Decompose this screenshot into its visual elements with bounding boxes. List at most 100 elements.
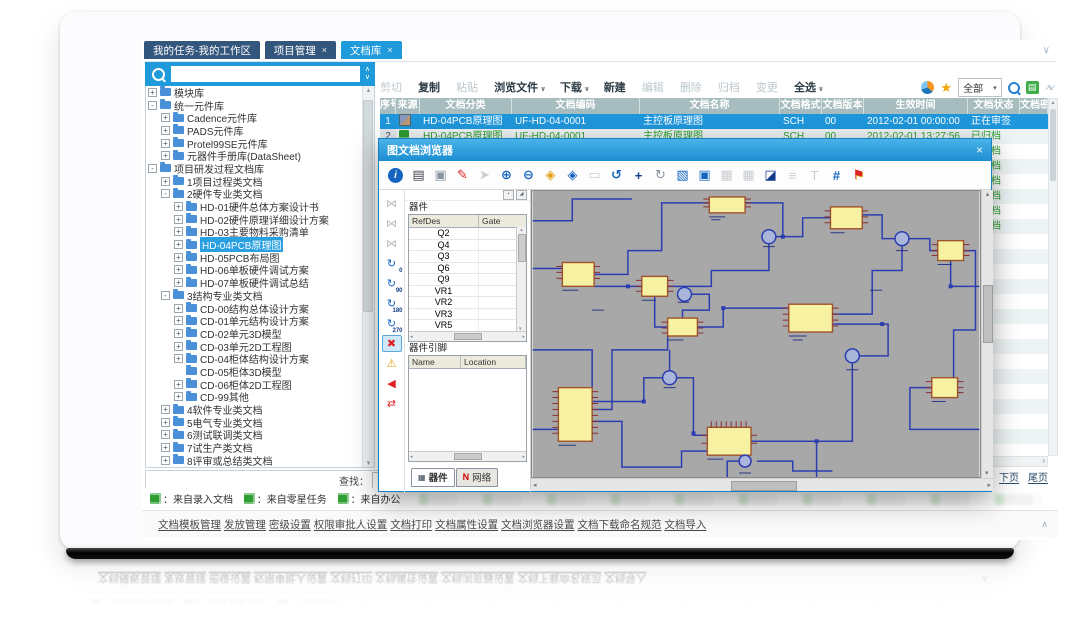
tree-expander[interactable]: + — [161, 126, 170, 135]
scroll-right-arrow[interactable]: › — [1042, 456, 1045, 465]
schematic-canvas[interactable] — [531, 190, 981, 478]
tree-expander[interactable]: + — [174, 304, 183, 313]
tree-expander[interactable]: + — [174, 278, 183, 287]
column-header[interactable]: 文档编码 — [512, 98, 640, 114]
paste-button[interactable]: 粘贴 — [456, 79, 480, 95]
archive-button[interactable]: 归档 — [718, 79, 742, 95]
tree-expander[interactable]: + — [174, 316, 183, 325]
column-header[interactable]: Location — [461, 356, 526, 368]
component-row[interactable]: Q3 — [409, 251, 526, 263]
tree-expander[interactable]: + — [174, 354, 183, 363]
search-icon[interactable] — [1008, 82, 1020, 94]
scrollbar-thumb[interactable] — [1050, 109, 1056, 181]
next-page-link[interactable]: 下页 — [999, 469, 1019, 484]
column-header[interactable]: 文档状态 — [968, 98, 1020, 114]
tree-expander[interactable]: + — [174, 227, 183, 236]
canvas-vertical-scrollbar[interactable]: ▴▾ — [981, 190, 993, 478]
mirror-tool-icon[interactable]: ◪ — [760, 165, 781, 185]
delete-button[interactable]: 删除 — [680, 79, 704, 95]
column-header[interactable]: 文档格式 — [780, 98, 822, 114]
statistics-pie-icon[interactable] — [921, 81, 934, 94]
export-excel-icon[interactable]: ▤ — [1026, 81, 1039, 94]
column-header[interactable]: 序号 — [380, 98, 396, 114]
tab-my-workspace[interactable]: 我的任务-我的工作区 — [144, 41, 260, 59]
scrollbar-thumb[interactable] — [983, 285, 993, 343]
browse-file-button[interactable]: 浏览文件 ∨ — [494, 79, 546, 95]
grid-icon[interactable]: # — [826, 165, 847, 185]
dialog-title-bar[interactable]: 图文档浏览器 × — [379, 139, 991, 161]
component-row[interactable]: Q4 — [409, 240, 526, 252]
search-prev-next[interactable]: ∧ ∨ — [365, 66, 370, 82]
tree-item[interactable]: + Cadence元件库 — [146, 111, 374, 124]
tree-expander[interactable]: - — [161, 291, 170, 300]
viewer-tab[interactable]: N 网络 — [456, 468, 499, 487]
layers-icon[interactable]: ≡ — [782, 165, 803, 185]
layer-colors-icon[interactable]: ⚑ — [848, 165, 869, 185]
tree-expander[interactable]: + — [161, 405, 170, 414]
bottom-menu-item[interactable]: 文档模板管理 — [158, 519, 221, 531]
rotate-90-icon[interactable]: ↻ 90 — [382, 275, 402, 292]
chevron-up-icon[interactable]: ∧ — [365, 66, 370, 73]
close-icon[interactable]: × — [976, 143, 983, 157]
export-image-icon[interactable]: ▤ — [408, 165, 429, 185]
rotate-0-icon[interactable]: ↻ 0 — [382, 255, 402, 272]
overlay-icon[interactable]: ▦ — [738, 165, 759, 185]
download-button[interactable]: 下载 ∨ — [560, 79, 590, 95]
component-grid-vscrollbar[interactable]: ▴▾ — [516, 227, 526, 332]
tree-item[interactable]: + 6测试联调类文档 — [146, 429, 374, 442]
rotate-270-icon[interactable]: ↻ 270 — [382, 315, 402, 332]
tree-expander[interactable]: + — [161, 418, 170, 427]
tree-expander[interactable]: + — [174, 253, 183, 262]
pan-icon[interactable]: + — [628, 165, 649, 185]
tree-expander[interactable]: + — [161, 443, 170, 452]
column-header[interactable]: 生效时间 — [864, 98, 968, 114]
canvas-horizontal-scrollbar[interactable]: ◂▸ — [531, 478, 993, 491]
compare-icon[interactable]: ▦ — [716, 165, 737, 185]
tree-expander[interactable]: + — [161, 177, 170, 186]
table-row[interactable]: 1 HD-04PCB原理图 UF-HD-04-0001 主控板原理图 SCH 0… — [380, 114, 1048, 129]
mirror-vertical-icon[interactable]: ⋈ — [382, 215, 402, 232]
scrollbar-thumb[interactable] — [518, 234, 526, 262]
new-button[interactable]: 新建 — [604, 79, 628, 95]
tree-expander[interactable]: + — [174, 202, 183, 211]
component-row[interactable]: VR3 — [409, 309, 526, 321]
chevron-down-icon[interactable]: ∨ — [1043, 45, 1050, 56]
scrollbar-thumb[interactable] — [731, 481, 797, 491]
bottom-menu-item[interactable]: 文档打印 — [390, 519, 432, 531]
component-row[interactable]: VR1 — [409, 286, 526, 298]
tree-expander[interactable]: + — [174, 380, 183, 389]
close-icon[interactable]: × — [387, 45, 392, 55]
chevron-down-icon[interactable]: ∨ — [365, 74, 370, 81]
mirror-horizontal-icon[interactable]: ⋈ — [382, 195, 402, 212]
tree-expander[interactable]: + — [161, 113, 170, 122]
select-all-button[interactable]: 全选 ∨ — [794, 79, 824, 95]
tree-expander[interactable]: + — [148, 88, 157, 97]
component-row[interactable]: Q2 — [409, 228, 526, 240]
tree-item[interactable]: + 8评审或总结类文档 — [146, 454, 374, 467]
tree-expander[interactable]: + — [174, 342, 183, 351]
mirror-both-icon[interactable]: ⋈ — [382, 235, 402, 252]
column-header[interactable]: 文档名称 — [640, 98, 780, 114]
tree-expander[interactable]: + — [161, 430, 170, 439]
column-header[interactable]: Name — [409, 356, 461, 368]
fit-page-icon[interactable]: ◈ — [562, 165, 583, 185]
zoom-window-icon[interactable]: ▧ — [672, 165, 693, 185]
filter-dropdown[interactable]: 全部 ▾ — [958, 78, 1002, 97]
tree-expander[interactable]: + — [174, 392, 183, 401]
tree-expander[interactable]: - — [148, 101, 157, 110]
edit-button[interactable]: 编辑 — [642, 79, 666, 95]
table-vertical-scrollbar[interactable]: ▴ — [1048, 98, 1058, 456]
error-marker-icon[interactable]: ⚠ — [382, 355, 402, 372]
component-row[interactable]: VR2 — [409, 297, 526, 309]
bottom-menu-item[interactable]: 文档导入 — [664, 519, 706, 531]
rotate-180-icon[interactable]: ↻ 180 — [382, 295, 402, 312]
select-cursor-icon[interactable]: ➤ — [474, 165, 495, 185]
column-header[interactable]: 文档版本 — [822, 98, 864, 114]
markup-pen-icon[interactable]: ✎ — [452, 165, 473, 185]
next-highlight-icon[interactable]: ⇄ — [382, 395, 402, 412]
copy-button[interactable]: 复制 — [418, 79, 442, 95]
column-header[interactable]: 来源 — [396, 98, 420, 114]
tab-project-management[interactable]: 项目管理 × — [265, 41, 336, 59]
component-row[interactable]: VR5 — [409, 320, 526, 332]
clear-highlight-icon[interactable]: ✖ — [382, 335, 402, 352]
